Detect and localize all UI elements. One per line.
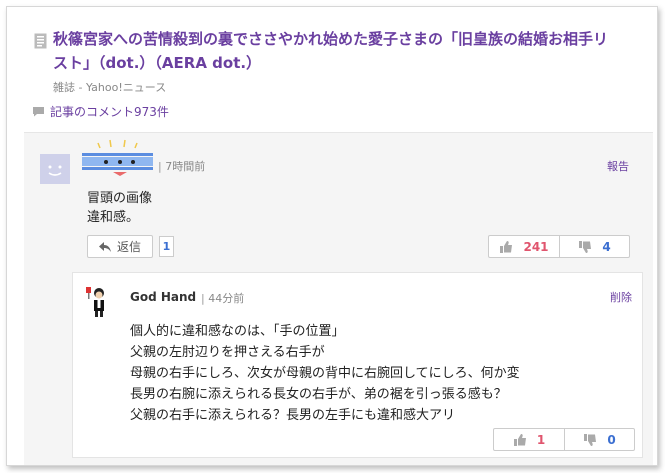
comment-time-label: 7時間前	[165, 160, 206, 173]
article-source: 雑誌 - Yahoo!ニュース	[53, 81, 167, 94]
article-title-link[interactable]: 秋篠宮家への苦情殺到の裏でささやかれ始めた愛子さまの「旧皇族の結婚お相手リスト」…	[53, 27, 613, 75]
article-comments-label: 記事のコメント973件	[50, 105, 169, 119]
comment-thread: | 7時間前 報告 冒頭の画像 違和感。 返信 1 241 4 God Hand…	[24, 132, 653, 465]
like-button[interactable]: 241	[489, 236, 559, 257]
default-avatar	[40, 154, 70, 184]
thumbs-down-icon	[579, 240, 592, 253]
reply-line: 個人的に違和感なのは、「手の位置」	[130, 324, 345, 339]
like-button[interactable]: 1	[494, 429, 564, 450]
comment-vote-group: 241 4	[488, 235, 630, 258]
thumbs-up-icon	[500, 240, 513, 253]
reply-arrow-icon	[98, 241, 111, 252]
comment-time: | 7時間前	[158, 158, 205, 174]
comment-bubble-icon	[33, 107, 44, 117]
reply-username[interactable]: God Hand	[130, 290, 196, 304]
reply-vote-group: 1 0	[493, 428, 635, 451]
article-header: 秋篠宮家への苦情殺到の裏でささやかれ始めた愛子さまの「旧皇族の結婚お相手リスト」…	[7, 7, 657, 128]
document-icon	[34, 33, 47, 49]
reply-time-label: 44分前	[208, 292, 245, 305]
report-link[interactable]: 報告	[607, 158, 629, 174]
dislike-button[interactable]: 0	[564, 429, 634, 450]
delete-link[interactable]: 削除	[610, 289, 632, 305]
dislike-button[interactable]: 4	[559, 236, 629, 257]
reply-time: | 44分前	[201, 290, 244, 306]
reply-item: God Hand | 44分前 削除 個人的に違和感なのは、「手の位置」 父親の…	[72, 272, 643, 458]
comment-body: 冒頭の画像 違和感。	[87, 189, 152, 227]
dislike-count: 4	[602, 239, 611, 254]
thumbs-up-icon	[513, 433, 526, 446]
username-image	[82, 139, 153, 176]
comment-line: 違和感。	[87, 210, 140, 225]
reply-line: 長男の右腕に添えられる長女の右手が、弟の裾を引っ張る感も？	[130, 387, 507, 402]
like-count: 1	[536, 432, 546, 447]
article-comments-link[interactable]: 記事のコメント973件	[32, 103, 169, 120]
meta-separator: |	[158, 160, 162, 173]
reply-body: 個人的に違和感なのは、「手の位置」 父親の左肘辺りを押さえる右手が 母親の右手に…	[130, 321, 520, 426]
dislike-count: 0	[607, 432, 616, 447]
reply-line: 父親の右手に添えられる？長男の左手にも違和感大アリ	[130, 408, 456, 423]
comment-line: 冒頭の画像	[87, 191, 153, 206]
like-count: 241	[523, 239, 549, 254]
user-avatar	[86, 287, 104, 317]
reply-count-badge[interactable]: 1	[159, 236, 174, 257]
comment-window: 秋篠宮家への苦情殺到の裏でささやかれ始めた愛子さまの「旧皇族の結婚お相手リスト」…	[6, 6, 658, 466]
reply-line: 父親の左肘辺りを押さえる右手が	[130, 345, 325, 360]
reply-button-label: 返信	[116, 240, 141, 254]
reply-button[interactable]: 返信	[87, 235, 153, 258]
meta-separator: |	[201, 292, 205, 305]
reply-line: 母親の右手にしろ、次女が母親の背中に右腕回してにしろ、何か変	[130, 366, 520, 381]
thumbs-down-icon	[584, 433, 597, 446]
